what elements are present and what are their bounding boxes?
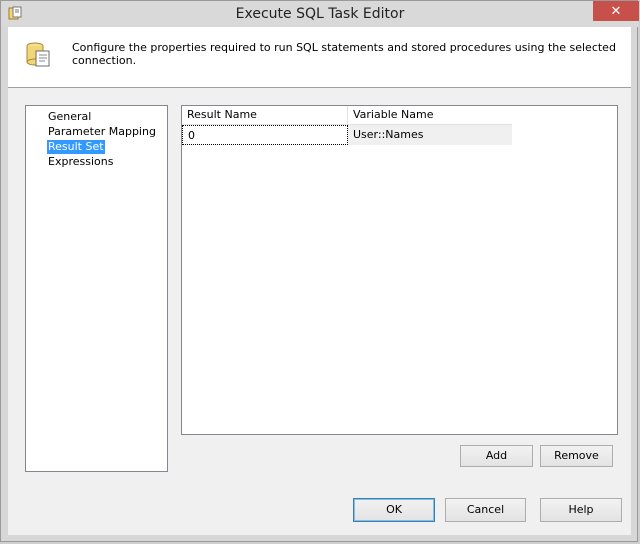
dialog-client: Configure the properties required to run…: [8, 27, 631, 535]
window-title: Execute SQL Task Editor: [235, 6, 405, 22]
nav-item-parameter-mapping[interactable]: Parameter Mapping: [47, 125, 157, 139]
cancel-button[interactable]: Cancel: [445, 498, 526, 522]
close-icon: ✕: [610, 3, 622, 19]
column-header-result-name[interactable]: Result Name: [182, 106, 348, 124]
header-divider: [8, 87, 631, 88]
ok-button[interactable]: OK: [353, 498, 435, 522]
column-header-variable-name[interactable]: Variable Name: [348, 106, 512, 124]
nav-item-expressions[interactable]: Expressions: [47, 155, 114, 169]
grid-header-row: Result Name Variable Name: [182, 106, 512, 125]
variable-name-cell[interactable]: User::Names: [348, 125, 512, 145]
page-navigation-list[interactable]: General Parameter Mapping Result Set Exp…: [25, 105, 168, 472]
nav-item-result-set[interactable]: Result Set: [47, 140, 105, 154]
result-set-grid[interactable]: Result Name Variable Name 0 User::Names: [181, 105, 618, 435]
table-row[interactable]: 0 User::Names: [182, 125, 512, 145]
remove-button[interactable]: Remove: [540, 445, 613, 467]
nav-item-general[interactable]: General: [47, 110, 92, 124]
header-description: Configure the properties required to run…: [72, 41, 616, 67]
title-bar[interactable]: Execute SQL Task Editor ✕: [1, 1, 639, 27]
close-button[interactable]: ✕: [593, 1, 639, 21]
dialog-header: Configure the properties required to run…: [8, 27, 631, 87]
add-button[interactable]: Add: [460, 445, 533, 467]
database-script-icon: [25, 39, 53, 69]
execute-sql-task-editor-window: Execute SQL Task Editor ✕ Configure the …: [0, 0, 639, 542]
result-name-cell[interactable]: 0: [182, 125, 348, 145]
help-button[interactable]: Help: [540, 498, 622, 522]
